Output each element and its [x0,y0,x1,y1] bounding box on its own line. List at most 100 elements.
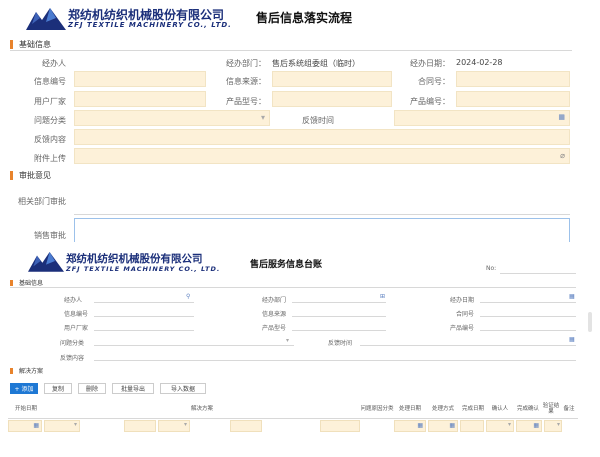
cell-complete-confirm[interactable]: ▦ [516,420,542,432]
info-source-input[interactable] [292,316,386,317]
product-model-input[interactable] [272,91,392,107]
org-icon[interactable]: ⊞ [380,293,385,300]
handler-label: 经办人 [64,297,83,304]
logo-mountain-icon [28,252,64,272]
info-no-input[interactable] [74,71,206,87]
chevron-down-icon: ▾ [286,337,290,344]
cell-handle-method[interactable]: ▦ [428,420,458,432]
calendar-icon[interactable]: ▦ [533,422,539,429]
cell-confirmer[interactable]: ▾ [486,420,514,432]
divider [10,287,576,288]
date-input[interactable] [480,302,576,303]
bottom-form: 郑纺机纺织机械股份有限公司 ZFJ TEXTILE MACHINERY CO.,… [0,242,600,457]
customer-input[interactable] [74,91,206,107]
dept-label: 经办部门： [226,59,266,68]
info-no-label: 信息编号 [34,77,66,86]
info-no-input[interactable] [94,316,194,317]
feedback-time-input[interactable] [360,345,576,346]
section-marker [10,367,13,374]
product-no-input[interactable] [480,330,576,331]
col-header-confirmer: 确认人 [491,406,509,412]
cell-solution-select[interactable]: ▾ [158,420,190,432]
cell-start-date[interactable]: ▦ [8,420,42,432]
info-source-input[interactable] [272,71,392,87]
product-model-input[interactable] [292,330,386,331]
page-title: 售后服务信息台账 [250,260,323,270]
feedback-content-label: 反馈内容 [60,355,85,362]
delete-row-button[interactable]: 删除 [78,383,106,394]
screenshot-root: 郑纺机纺织机械股份有限公司 ZFJ TEXTILE MACHINERY CO.,… [0,0,600,457]
no-input[interactable] [500,273,576,274]
cell-solution-b[interactable] [230,420,262,432]
chevron-down-icon: ▾ [183,421,187,428]
copy-row-button[interactable]: 复制 [44,383,72,394]
col-header-problem-cause: 问题原因分类 [360,406,394,412]
calendar-icon[interactable]: ▦ [417,422,423,429]
contract-input[interactable] [480,316,576,317]
cell-solution-a[interactable] [124,420,156,432]
info-source-label: 信息来源 [262,311,287,318]
user-icon[interactable]: ⚲ [186,293,190,300]
calendar-icon[interactable]: ▦ [569,293,575,300]
chevron-down-icon: ▾ [73,421,77,428]
batch-export-button[interactable]: 批量导出 [112,383,154,394]
paperclip-icon[interactable]: ⌀ [560,151,565,160]
company-logo [28,250,64,272]
col-header-complete-date: 完成日期 [461,406,484,412]
chevron-down-icon: ▾ [260,113,265,122]
problem-type-select[interactable]: ▾ [74,110,270,126]
calendar-icon[interactable]: ▦ [33,422,39,429]
col-header-solution: 解决方案 [190,406,213,412]
sales-review-textarea[interactable] [74,218,570,242]
contract-input[interactable] [456,71,570,87]
section-marker [10,40,13,49]
feedback-time-input[interactable]: ▦ [394,110,570,126]
cell-solution-c[interactable] [320,420,360,432]
dept-label: 经办部门 [262,297,287,304]
calendar-icon[interactable]: ▦ [558,113,565,121]
handler-label: 经办人 [42,59,66,68]
col-header-complete-confirm: 完成确认 [516,406,539,412]
add-row-button[interactable]: + 添加 [10,383,38,394]
related-dept-review-line [74,214,570,215]
product-no-input[interactable] [456,91,570,107]
cell-type-select[interactable]: ▾ [44,420,80,432]
basic-info-section: 基础信息 [10,278,43,287]
customer-label: 用户厂家 [64,325,89,332]
date-label: 经办日期 [450,297,475,304]
customer-label: 用户厂家 [34,97,66,106]
contract-label: 合同号： [418,77,450,86]
feedback-content-input[interactable] [74,129,570,145]
col-header-start-date: 开始日期 [14,406,37,412]
company-name-en: ZFJ TEXTILE MACHINERY CO., LTD. [68,21,232,29]
dept-value: 售后系统组委组（临时） [272,59,360,68]
product-model-label: 产品型号 [262,325,287,332]
feedback-content-input[interactable] [94,360,576,361]
import-data-button[interactable]: 导入数据 [160,383,206,394]
chevron-down-icon: ▾ [556,421,560,428]
review-section: 审批意见 [10,170,51,181]
product-model-label: 产品型号： [226,97,266,106]
sales-review-label: 销售审批 [34,231,66,240]
section-marker [10,171,13,180]
company-name-en: ZFJ TEXTILE MACHINERY CO., LTD. [66,265,221,273]
page-title: 售后信息落实流程 [256,11,353,25]
calendar-icon[interactable]: ▦ [569,336,575,343]
cell-handle-date[interactable]: ▦ [394,420,426,432]
feedback-time-label: 反馈时间 [302,116,334,125]
date-value: 2024-02-28 [456,58,503,67]
calendar-icon[interactable]: ▦ [449,422,455,429]
dept-input[interactable] [292,302,386,303]
section-title: 审批意见 [19,171,51,180]
customer-input[interactable] [94,330,194,331]
section-title: 基础信息 [19,40,51,49]
section-marker [10,279,13,286]
divider [10,50,572,51]
handler-input[interactable] [94,302,194,303]
cell-verify-result[interactable]: ▾ [544,420,562,432]
attachment-input[interactable]: ⌀ [74,148,570,164]
vertical-scrollbar[interactable] [588,312,592,332]
problem-type-select[interactable] [94,345,294,346]
cell-complete-date[interactable] [460,420,484,432]
solution-section: 解决方案 [10,366,43,375]
